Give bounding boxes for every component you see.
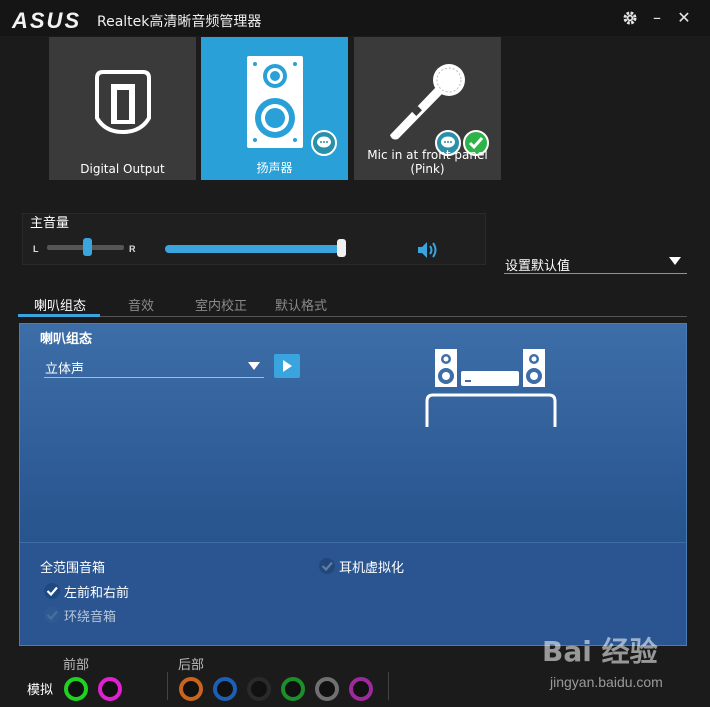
microphone-icon: [390, 64, 465, 140]
headphone-virtualization-label: 耳机虚拟化: [339, 561, 405, 576]
surround-label: 环绕音箱: [64, 610, 117, 625]
set-default-device-dropdown[interactable]: 设置默认值: [504, 252, 687, 274]
front-lr-label: 左前和右前: [64, 586, 130, 601]
set-default-device-label: 设置默认值: [505, 259, 571, 274]
asus-logo: ASUS: [12, 8, 82, 33]
front-lr-checkbox[interactable]: [44, 583, 60, 599]
speaker-config-value: 立体声: [45, 362, 85, 377]
rear-jacks-label: 后部: [178, 658, 205, 673]
balance-right-label: R: [129, 244, 136, 254]
device-tile-mic-front[interactable]: Mic in at front panel (Pink): [354, 37, 501, 180]
audio-jack-icon[interactable]: [179, 677, 203, 701]
tab-sound-effects[interactable]: 音效: [128, 295, 154, 314]
master-volume-title: 主音量: [30, 216, 70, 231]
surround-checkbox[interactable]: [44, 607, 60, 623]
front-jacks-label: 前部: [63, 658, 90, 673]
audio-jack-icon[interactable]: [98, 677, 122, 701]
digital-output-icon: [95, 70, 151, 134]
watermark-url: jingyan.baidu.com: [550, 674, 663, 690]
balance-left-label: L: [33, 244, 39, 254]
chat-bubble-icon: [311, 130, 337, 156]
tab-bar: 喇叭组态 音效 室内校正 默认格式: [18, 293, 687, 317]
volume-slider-fill: [165, 245, 342, 253]
audio-jack-icon[interactable]: [213, 677, 237, 701]
audio-jack-icon[interactable]: [349, 677, 373, 701]
device-tile-speakers[interactable]: 扬声器: [201, 37, 348, 180]
chevron-down-icon: [669, 257, 681, 265]
active-tab-indicator: [18, 314, 100, 317]
tab-room-correction[interactable]: 室内校正: [195, 295, 247, 314]
audio-jack-icon[interactable]: [64, 677, 88, 701]
speaker-volume-icon[interactable]: [416, 240, 440, 260]
device-tile-digital-output[interactable]: Digital Output: [49, 37, 196, 180]
volume-slider[interactable]: [165, 245, 342, 253]
close-button[interactable]: ✕: [674, 8, 694, 28]
audio-jack-icon[interactable]: [315, 677, 339, 701]
play-icon[interactable]: [274, 354, 300, 378]
speaker-cabinet-icon: [247, 56, 303, 148]
tab-default-format[interactable]: 默认格式: [275, 295, 327, 314]
gear-icon[interactable]: [620, 8, 640, 28]
tab-speaker-config[interactable]: 喇叭组态: [34, 295, 86, 314]
device-label: 扬声器: [256, 161, 293, 175]
volume-slider-handle[interactable]: [337, 239, 346, 257]
audio-jack-icon[interactable]: [247, 677, 271, 701]
speaker-config-title: 喇叭组态: [40, 332, 93, 347]
headphone-virtualization-checkbox[interactable]: [319, 558, 335, 574]
jack-divider: [388, 672, 389, 700]
chevron-down-icon: [248, 362, 260, 370]
balance-slider-handle[interactable]: [83, 238, 92, 256]
jack-divider: [167, 672, 168, 700]
baidu-jingyan-watermark: Bai 经验: [542, 635, 658, 668]
fullrange-speakers-title: 全范围音箱: [40, 561, 106, 576]
speaker-config-dropdown[interactable]: 立体声: [44, 355, 264, 378]
title-bar: ASUS Realtek高清晰音频管理器 – ✕: [0, 0, 710, 36]
device-label: Mic in at front panel (Pink): [367, 148, 488, 176]
device-label: Digital Output: [80, 162, 165, 176]
audio-jack-icon[interactable]: [281, 677, 305, 701]
stereo-speakers-diagram: [425, 349, 557, 427]
minimize-button[interactable]: –: [647, 8, 667, 28]
app-title: Realtek高清晰音频管理器: [97, 14, 262, 30]
analog-label: 模拟: [27, 683, 54, 698]
